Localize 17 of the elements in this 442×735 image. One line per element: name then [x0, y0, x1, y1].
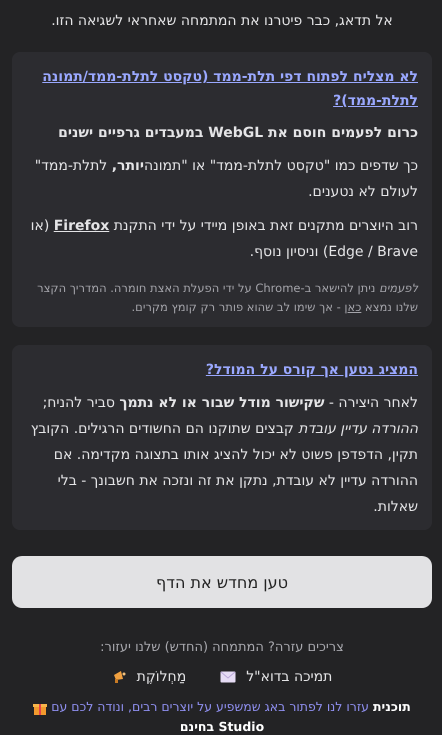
card-title-link[interactable]: לא מצליח לפתוח דפי תלת-ממד (טקסט לתלת-ממד/תמונה לתלת-ממד)?	[26, 65, 418, 113]
help-link[interactable]: מַחְלוֹקֶת	[112, 669, 186, 685]
card-heading: כרום לפעמים חוסם את WebGL במעבדים גרפיים ישנים	[57, 124, 418, 143]
megaphone-icon	[112, 670, 127, 684]
reload-button[interactable]: טען מחדש את הדף	[12, 556, 432, 608]
link[interactable]: כאן	[344, 300, 362, 314]
card-title-link[interactable]: המציג נטען אך קורס על המודל?	[26, 358, 418, 382]
body-text: כך שדפים כמו "טקסט לתלת-ממד" או "תמונהיותר, לתלת-ממד" לעולם לא נטענים.	[34, 157, 418, 202]
reward-text: Studio בחינם	[180, 719, 264, 734]
link[interactable]: Firefox	[54, 218, 110, 234]
intro-text: אל תדאג, כבר פיטרנו את המתמחה שאחראי לשגיאה הזו.	[50, 12, 394, 31]
envelope-icon	[220, 671, 236, 683]
body-text: לאחר היצירה - שקישור מודל שבור או לא נתמך סביר להניח; ההורדה עדיין עובדת קבצים שתוקנו הם החשודים הרגילים. הקובץ תקין, הדפדפן פשוט לא יכול להציג אותו בתצוגה מקדימה. אם ההורדה עדיין לא עובדת, נתקן את זה ונזכה את חשבונך - בלי שאלות.	[30, 394, 418, 517]
note-text: לפעמים ניתן להישאר ב-Chrome על ידי הפעלת האצת חומרה. המדריך הקצר שלנו נמצא כאן - אך שימו לב שהוא פותר רק קומץ מקרים.	[36, 280, 418, 316]
help-link[interactable]: תמיכה בדוא"ל	[220, 669, 332, 685]
help-text: צריכים עזרה? המתמחה (החדש) שלנו יעזור:	[99, 640, 345, 655]
promo-text: תוכנית עזרו לנו לפתור באג שמשפיע על יוצרים רבים, ונודה לכם עם Studio בחינם	[20, 697, 424, 735]
